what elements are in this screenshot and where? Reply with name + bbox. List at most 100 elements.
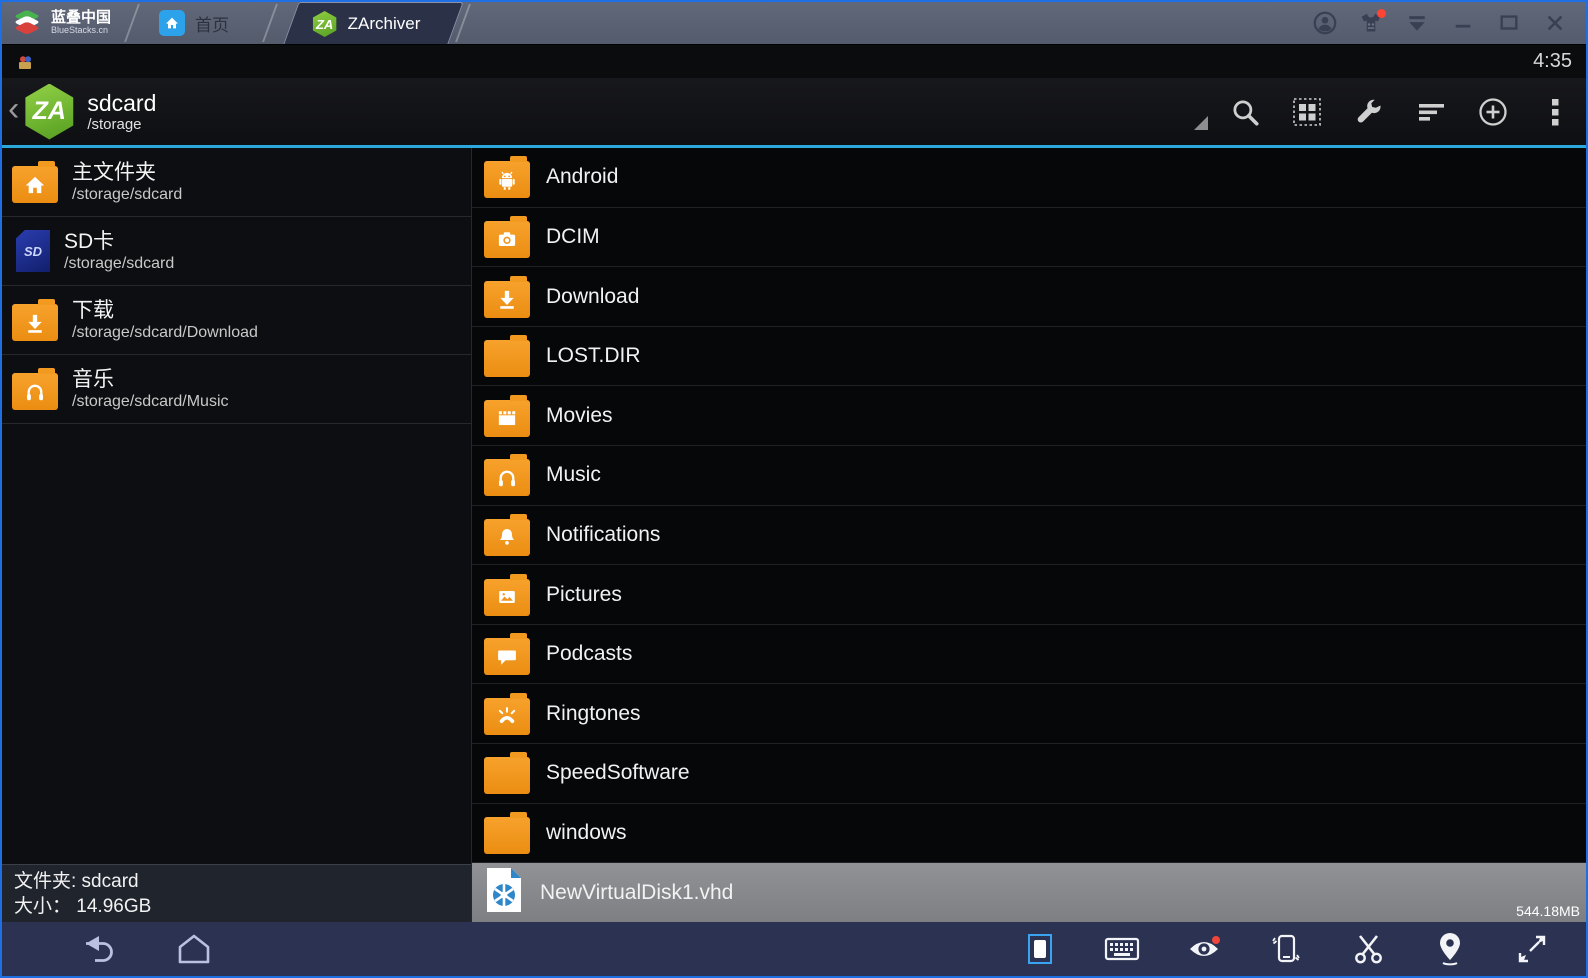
file-name: Music — [546, 463, 601, 487]
file-row[interactable]: Android — [472, 148, 1586, 208]
file-row[interactable]: Notifications — [472, 506, 1586, 566]
sidebar-bookmark-4[interactable]: 音乐 /storage/sdcard/Music — [2, 355, 471, 424]
sidebar-bookmark-3[interactable]: 下载 /storage/sdcard/Download — [2, 286, 471, 355]
home-icon[interactable] — [166, 927, 222, 971]
folder-download-icon — [484, 275, 530, 318]
maximize-button[interactable] — [1492, 6, 1526, 40]
account-icon[interactable] — [1308, 6, 1342, 40]
folder-music-icon — [12, 368, 58, 410]
path-title-block[interactable]: sdcard /storage — [87, 90, 156, 134]
bookmarks-list: 主文件夹 /storage/sdcard SD SD卡 /storage/sdc… — [2, 148, 471, 864]
sort-icon[interactable] — [1400, 84, 1462, 140]
multiselect-icon[interactable] — [1276, 84, 1338, 140]
tools-wrench-icon[interactable] — [1338, 84, 1400, 140]
bookmark-path: /storage/sdcard/Download — [72, 324, 258, 341]
file-row[interactable]: DCIM — [472, 208, 1586, 268]
file-name: Ringtones — [546, 701, 641, 725]
vhd-file-icon — [484, 866, 524, 919]
brand-title: 蓝叠中国 — [51, 9, 112, 27]
tab-separator — [263, 2, 277, 44]
scissors-icon[interactable] — [1340, 927, 1396, 971]
folder-bell-icon — [484, 513, 530, 556]
folder-plain-icon — [484, 335, 530, 378]
brand-subtitle: BlueStacks.cn — [51, 25, 109, 36]
minimize-button[interactable] — [1446, 6, 1480, 40]
file-name: SpeedSoftware — [546, 761, 690, 785]
spinner-corner-icon — [1194, 115, 1208, 130]
tab-bar: 蓝叠中国 BlueStacks.cn 首页 ZA ZArchiver — [2, 2, 1586, 44]
close-button[interactable] — [1538, 6, 1572, 40]
file-name: DCIM — [546, 224, 600, 248]
fullscreen-icon[interactable] — [1504, 927, 1560, 971]
clock: 4:35 — [1533, 50, 1572, 72]
bluestacks-logo-icon — [15, 10, 39, 34]
screen-portrait-icon[interactable] — [1012, 927, 1068, 971]
back-chevron-icon[interactable]: ‹ — [2, 92, 23, 132]
folder-download-icon — [12, 299, 58, 341]
tab-zarchiver-label: ZArchiver — [347, 13, 421, 33]
file-row[interactable]: Movies — [472, 386, 1586, 447]
tab-home[interactable]: 首页 — [139, 2, 263, 44]
file-row[interactable]: Ringtones — [472, 684, 1586, 745]
location-icon[interactable] — [1422, 927, 1478, 971]
folder-podcast-icon — [484, 633, 530, 676]
tab-home-label: 首页 — [195, 15, 230, 35]
file-name: Notifications — [546, 522, 661, 546]
store-badge — [1377, 9, 1386, 18]
file-row[interactable]: Pictures — [472, 565, 1586, 625]
app-toolbar: ‹ ZA sdcard /storage — [2, 78, 1586, 145]
bookmarks-panel: 主文件夹 /storage/sdcard SD SD卡 /storage/sdc… — [2, 148, 472, 922]
zarchiver-tab-icon: ZA — [312, 11, 338, 37]
file-row[interactable]: SpeedSoftware — [472, 744, 1586, 804]
bluestacks-window: 蓝叠中国 BlueStacks.cn 首页 ZA ZArchiver 4:35 … — [0, 0, 1588, 978]
file-row-selected[interactable]: NewVirtualDisk1.vhd 544.18MB — [472, 863, 1586, 922]
file-row[interactable]: windows — [472, 804, 1586, 864]
dropdown-icon[interactable] — [1400, 6, 1434, 40]
file-name: Android — [546, 165, 619, 189]
file-list: Android DCIM Download LOST.DIR Movies Mu… — [472, 148, 1586, 922]
sdcard-icon: SD — [12, 230, 50, 272]
eye-icon[interactable] — [1176, 927, 1232, 971]
bluestacks-brand[interactable]: 蓝叠中国 BlueStacks.cn — [2, 2, 125, 44]
bookmark-label: 主文件夹 — [72, 160, 156, 184]
folder-movies-icon — [484, 394, 530, 437]
current-path-subtitle: /storage — [87, 116, 142, 134]
file-row[interactable]: LOST.DIR — [472, 327, 1586, 387]
sidebar-bookmark-1[interactable]: 主文件夹 /storage/sdcard — [2, 148, 471, 217]
file-row[interactable]: Music — [472, 446, 1586, 506]
notification-icon — [19, 55, 31, 69]
file-row[interactable]: Podcasts — [472, 625, 1586, 685]
folder-camera-icon — [484, 215, 530, 258]
folder-picture-icon — [484, 573, 530, 616]
zarchiver-app-icon[interactable]: ZA — [25, 83, 74, 140]
overflow-menu-icon[interactable] — [1524, 84, 1586, 140]
add-archive-icon[interactable] — [1462, 84, 1524, 140]
android-status-bar: 4:35 — [2, 44, 1586, 78]
keyboard-icon[interactable] — [1094, 927, 1150, 971]
bookmark-path: /storage/sdcard — [64, 255, 175, 272]
folder-plain-icon — [484, 752, 530, 795]
file-size-badge: 544.18MB — [1516, 902, 1580, 919]
file-name: windows — [546, 821, 627, 844]
search-icon[interactable] — [1214, 84, 1276, 140]
file-name: NewVirtualDisk1.vhd — [540, 880, 734, 904]
file-name: Pictures — [546, 582, 622, 606]
bookmark-label: 音乐 — [72, 367, 114, 391]
file-row[interactable]: Download — [472, 267, 1586, 327]
store-icon[interactable] — [1354, 6, 1388, 40]
shake-device-icon[interactable] — [1258, 927, 1314, 971]
sidebar-bookmark-2[interactable]: SD SD卡 /storage/sdcard — [2, 217, 471, 286]
back-icon[interactable] — [68, 927, 124, 971]
file-name: Download — [546, 284, 640, 308]
folder-ringtone-icon — [484, 692, 530, 735]
folder-android-icon — [484, 156, 530, 199]
tab-zarchiver[interactable]: ZA ZArchiver — [283, 2, 464, 44]
file-name: Podcasts — [546, 642, 633, 666]
home-tab-icon — [159, 10, 186, 36]
bookmark-label: SD卡 — [64, 229, 115, 253]
bookmark-path: /storage/sdcard — [72, 186, 183, 203]
bookmark-path: /storage/sdcard/Music — [72, 393, 229, 410]
status-folder-line: 文件夹: sdcard — [14, 871, 139, 892]
folder-music-icon — [484, 454, 530, 497]
bluestacks-nav-bar — [2, 922, 1586, 976]
